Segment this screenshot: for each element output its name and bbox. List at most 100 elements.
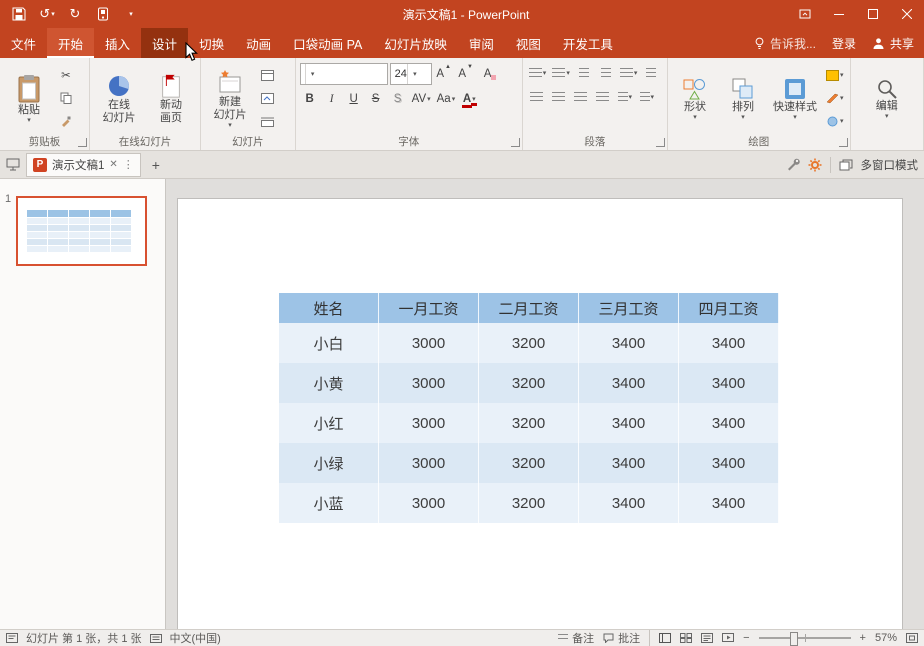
paragraph-dialog-launcher[interactable] bbox=[656, 138, 666, 147]
shape-fill-button[interactable]: ▾ bbox=[824, 65, 846, 85]
close-button[interactable] bbox=[890, 0, 924, 28]
table-cell[interactable]: 3200 bbox=[479, 323, 579, 363]
font-color-button[interactable]: A ▾ bbox=[459, 89, 479, 109]
table-cell[interactable]: 3200 bbox=[479, 363, 579, 403]
ribbon-tab-slideshow[interactable]: 幻灯片放映 bbox=[373, 28, 458, 58]
text-direction-button[interactable]: ▾ bbox=[615, 87, 635, 107]
notes-button[interactable]: 备注 bbox=[558, 630, 594, 646]
undo-button[interactable]: ↺ ▾ bbox=[34, 2, 60, 26]
salary-table[interactable]: 姓名 一月工资 二月工资 三月工资 四月工资 小白 3000 3200 3400… bbox=[279, 293, 779, 523]
table-cell[interactable]: 小白 bbox=[279, 323, 379, 363]
settings-gear-icon[interactable] bbox=[808, 158, 822, 172]
table-cell[interactable]: 3200 bbox=[479, 483, 579, 523]
normal-view-button[interactable] bbox=[659, 633, 672, 643]
new-slide-button[interactable]: 新建 幻灯片 ▾ bbox=[205, 61, 255, 134]
table-cell[interactable]: 3000 bbox=[379, 443, 479, 483]
fit-to-window-button[interactable] bbox=[906, 633, 918, 643]
table-cell[interactable]: 3400 bbox=[679, 363, 779, 403]
convert-to-smartart-button[interactable]: ▾ bbox=[637, 87, 657, 107]
table-cell[interactable]: 小黄 bbox=[279, 363, 379, 403]
customize-quick-access-button[interactable]: ▾ bbox=[118, 2, 144, 26]
zoom-in-button[interactable]: + bbox=[860, 632, 866, 644]
columns-button[interactable] bbox=[641, 63, 661, 83]
underline-button[interactable]: U bbox=[344, 89, 364, 109]
reset-slide-button[interactable] bbox=[257, 88, 277, 108]
slide-layout-button[interactable] bbox=[257, 65, 277, 85]
ribbon-tab-animations[interactable]: 动画 bbox=[235, 28, 282, 58]
ribbon-tab-transitions[interactable]: 切换 bbox=[188, 28, 235, 58]
font-size-select[interactable]: 24 ▾ bbox=[389, 63, 432, 85]
numbering-button[interactable]: ▾ bbox=[550, 63, 572, 83]
shape-effects-button[interactable]: ▾ bbox=[824, 111, 846, 131]
quick-styles-button[interactable]: 快速样式 ▾ bbox=[768, 61, 822, 134]
table-cell[interactable]: 3000 bbox=[379, 483, 479, 523]
zoom-out-button[interactable]: − bbox=[743, 632, 749, 644]
slide-thumbnail[interactable] bbox=[16, 196, 147, 266]
character-spacing-button[interactable]: AV ▾ bbox=[410, 89, 433, 109]
document-tab[interactable]: P 演示文稿1 ✕ ⋮ bbox=[26, 152, 141, 177]
drawing-dialog-launcher[interactable] bbox=[838, 138, 848, 147]
justify-button[interactable] bbox=[593, 87, 613, 107]
ribbon-tab-file[interactable]: 文件 bbox=[0, 28, 47, 58]
redo-button[interactable]: ↻ bbox=[62, 2, 88, 26]
tell-me-box[interactable]: 告诉我... bbox=[754, 35, 816, 52]
table-cell[interactable]: 3400 bbox=[579, 403, 679, 443]
table-cell[interactable]: 小蓝 bbox=[279, 483, 379, 523]
indent-decrease-button[interactable] bbox=[574, 63, 594, 83]
table-cell[interactable]: 3000 bbox=[379, 403, 479, 443]
table-cell[interactable]: 3400 bbox=[579, 363, 679, 403]
zoom-slider-thumb[interactable] bbox=[789, 632, 798, 646]
text-shadow-button[interactable]: S bbox=[388, 89, 408, 109]
font-dialog-launcher[interactable] bbox=[510, 138, 520, 147]
clear-formatting-button[interactable]: A bbox=[478, 64, 498, 84]
new-tab-button[interactable]: + bbox=[147, 156, 165, 174]
pocket-animation-button[interactable] bbox=[90, 2, 116, 26]
ribbon-display-options-button[interactable] bbox=[788, 0, 822, 28]
slide-sorter-view-button[interactable] bbox=[680, 633, 693, 643]
table-cell[interactable]: 3400 bbox=[679, 483, 779, 523]
align-left-button[interactable] bbox=[527, 87, 547, 107]
table-cell[interactable]: 3400 bbox=[579, 483, 679, 523]
zoom-slider[interactable] bbox=[758, 632, 851, 646]
copy-button[interactable] bbox=[56, 88, 76, 108]
zoom-level[interactable]: 57% bbox=[875, 632, 897, 644]
indent-increase-button[interactable] bbox=[596, 63, 616, 83]
ribbon-tab-review[interactable]: 审阅 bbox=[458, 28, 505, 58]
table-cell[interactable]: 3000 bbox=[379, 363, 479, 403]
line-spacing-button[interactable]: ▾ bbox=[618, 63, 640, 83]
plugin-tools-icon[interactable] bbox=[786, 158, 800, 172]
comments-button[interactable]: 批注 bbox=[603, 630, 640, 646]
table-header-cell[interactable]: 一月工资 bbox=[379, 293, 479, 323]
tab-more-icon[interactable]: ⋮ bbox=[123, 158, 134, 171]
new-animation-page-button[interactable]: 新动 画页 bbox=[146, 61, 196, 134]
slideshow-view-button[interactable] bbox=[722, 633, 735, 643]
table-cell[interactable]: 3400 bbox=[579, 323, 679, 363]
slide-counter[interactable]: 幻灯片 第 1 张，共 1 张 bbox=[26, 630, 142, 646]
table-cell[interactable]: 3000 bbox=[379, 323, 479, 363]
section-button[interactable] bbox=[257, 111, 277, 131]
share-button[interactable]: 共享 bbox=[872, 35, 914, 52]
italic-button[interactable]: I bbox=[322, 89, 342, 109]
save-button[interactable] bbox=[6, 2, 32, 26]
bullets-button[interactable]: ▾ bbox=[527, 63, 549, 83]
language-indicator[interactable]: 中文(中国) bbox=[170, 630, 221, 646]
table-header-cell[interactable]: 姓名 bbox=[279, 293, 379, 323]
shape-outline-button[interactable]: ▾ bbox=[824, 88, 846, 108]
paste-button[interactable]: 粘贴 ▾ bbox=[4, 61, 54, 134]
align-center-button[interactable] bbox=[549, 87, 569, 107]
table-header-cell[interactable]: 二月工资 bbox=[479, 293, 579, 323]
editing-button[interactable]: 编辑 ▾ bbox=[864, 61, 910, 134]
sign-in-button[interactable]: 登录 bbox=[832, 35, 856, 52]
ribbon-tab-insert[interactable]: 插入 bbox=[94, 28, 141, 58]
table-cell[interactable]: 小红 bbox=[279, 403, 379, 443]
reading-view-button[interactable] bbox=[701, 633, 714, 643]
table-cell[interactable]: 3400 bbox=[679, 323, 779, 363]
presentation-mode-icon[interactable] bbox=[6, 158, 20, 171]
shapes-button[interactable]: 形状 ▾ bbox=[672, 61, 718, 134]
maximize-button[interactable] bbox=[856, 0, 890, 28]
clipboard-dialog-launcher[interactable] bbox=[78, 138, 88, 147]
multi-window-label[interactable]: 多窗口模式 bbox=[861, 157, 919, 173]
arrange-button[interactable]: 排列 ▾ bbox=[720, 61, 766, 134]
table-header-cell[interactable]: 三月工资 bbox=[579, 293, 679, 323]
table-cell[interactable]: 3400 bbox=[579, 443, 679, 483]
